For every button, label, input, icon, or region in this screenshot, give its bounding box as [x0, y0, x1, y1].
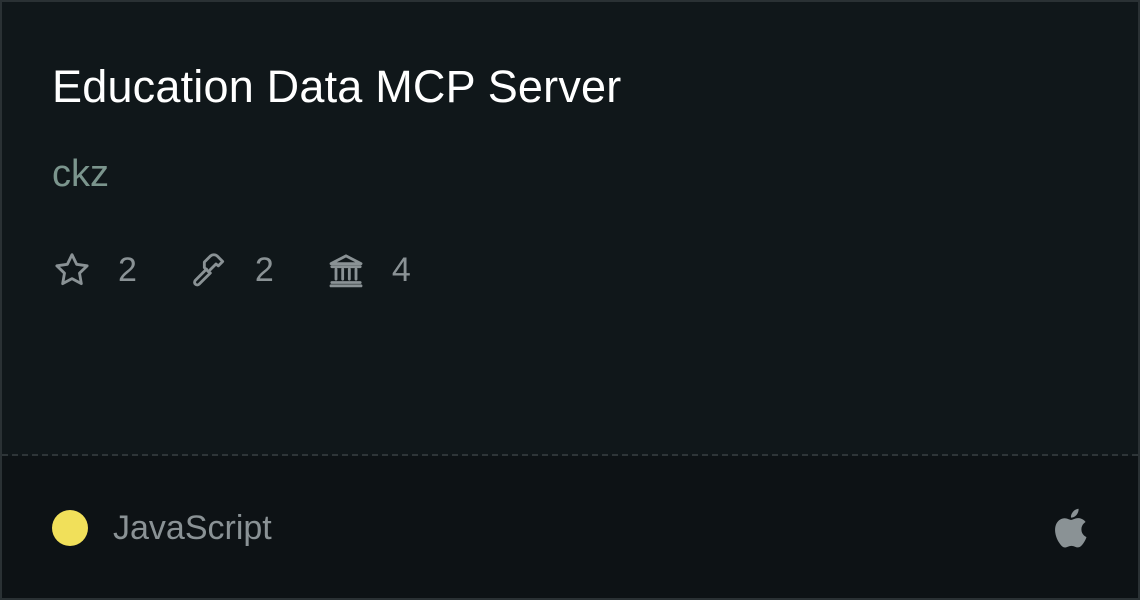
card-footer: JavaScript — [2, 456, 1138, 598]
stat-stars: 2 — [52, 250, 137, 290]
apple-icon — [1050, 506, 1088, 550]
bank-icon — [326, 250, 366, 290]
hammer-icon — [189, 250, 229, 290]
language-label: JavaScript — [113, 509, 272, 547]
stats-row: 2 2 4 — [52, 248, 463, 292]
server-card[interactable]: Education Data MCP Server ckz 2 2 4 Java… — [0, 0, 1140, 600]
stars-count: 2 — [118, 251, 137, 289]
star-icon — [52, 250, 92, 290]
resources-count: 4 — [391, 251, 411, 289]
stat-resources: 4 — [326, 250, 411, 290]
author-link[interactable]: ckz — [52, 152, 109, 196]
card-body: Education Data MCP Server ckz 2 2 4 — [2, 2, 1138, 455]
card-title[interactable]: Education Data MCP Server — [52, 60, 621, 114]
tools-count: 2 — [254, 251, 274, 289]
stat-tools: 2 — [189, 250, 274, 290]
language-color-dot — [52, 510, 88, 546]
